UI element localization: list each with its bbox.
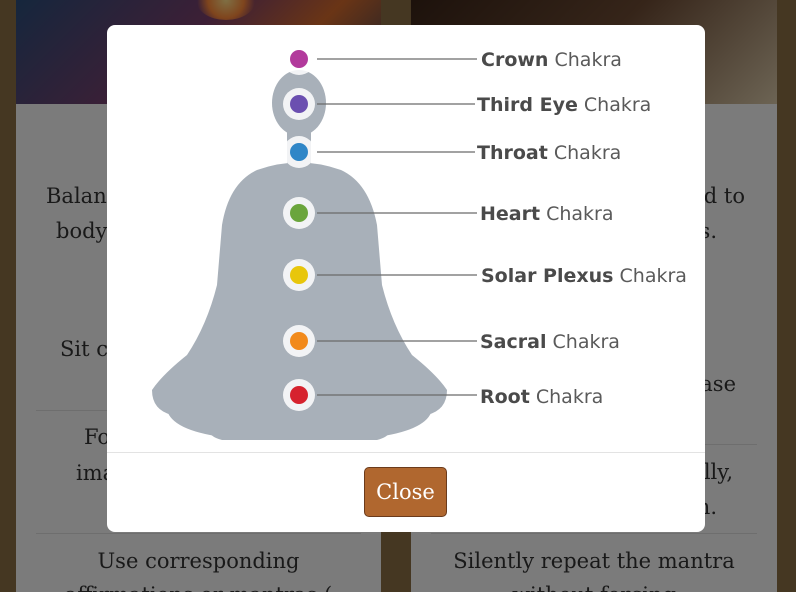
crown-label: Crown Chakra <box>481 49 622 71</box>
solar-plexus-chakra-dot <box>290 266 308 284</box>
heart-chakra-dot <box>290 204 308 222</box>
sacral-label: Sacral Chakra <box>480 331 620 353</box>
chakra-modal: Crown Chakra Third Eye Chakra Throat Cha… <box>107 25 705 532</box>
chakra-diagram: Crown Chakra Third Eye Chakra Throat Cha… <box>152 43 687 440</box>
crown-chakra-dot <box>290 50 308 68</box>
heart-label: Heart Chakra <box>480 203 614 225</box>
root-label: Root Chakra <box>480 386 603 408</box>
close-button[interactable]: Close <box>364 467 447 517</box>
solar-plexus-label: Solar Plexus Chakra <box>481 265 687 287</box>
modal-footer-divider <box>107 452 705 453</box>
third-eye-chakra-dot <box>290 95 308 113</box>
root-chakra-dot <box>290 386 308 404</box>
throat-chakra-dot <box>290 143 308 161</box>
throat-label: Throat Chakra <box>477 142 621 164</box>
sacral-chakra-dot <box>290 332 308 350</box>
third-eye-label: Third Eye Chakra <box>477 94 651 116</box>
